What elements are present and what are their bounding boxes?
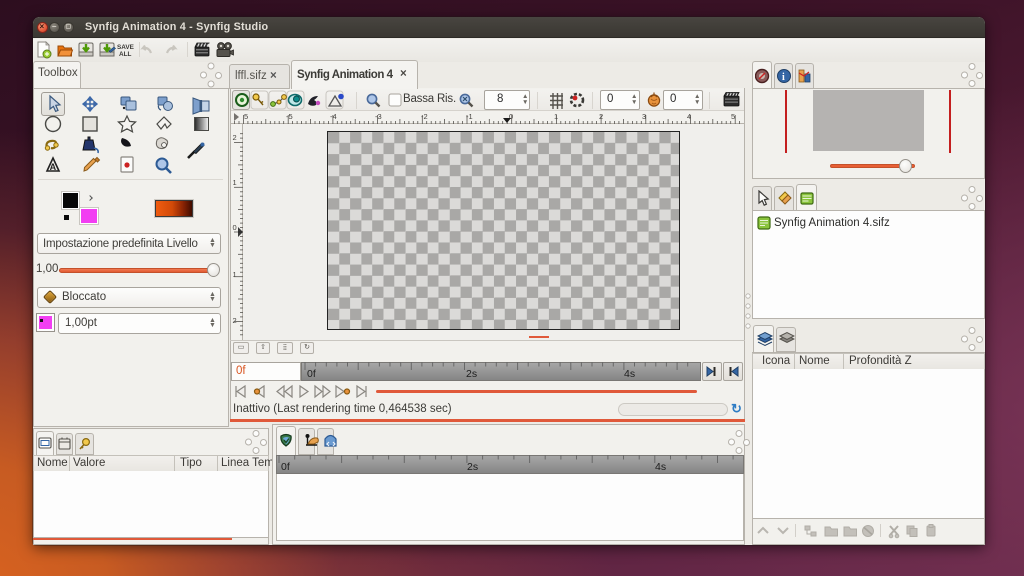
svg-text:3: 3	[642, 112, 646, 121]
svg-text:SAVE: SAVE	[117, 44, 135, 51]
svg-text:4: 4	[687, 112, 691, 121]
svg-text:1: 1	[554, 112, 558, 121]
svg-text:A: A	[50, 162, 57, 172]
svg-text:-5: -5	[286, 112, 293, 121]
svg-text:-2: -2	[421, 112, 428, 121]
svg-text:2: 2	[233, 133, 237, 142]
svg-text:-3: -3	[375, 112, 382, 121]
svg-text:0f: 0f	[307, 368, 316, 380]
svg-text:2: 2	[599, 112, 603, 121]
svg-text:5: 5	[244, 112, 248, 121]
svg-text:-4: -4	[330, 112, 337, 121]
svg-text:2: 2	[233, 316, 237, 325]
svg-text:1: 1	[233, 270, 237, 279]
svg-text:2s: 2s	[466, 368, 477, 380]
svg-text:4s: 4s	[624, 368, 635, 380]
svg-text:2s: 2s	[467, 461, 478, 473]
svg-text:4s: 4s	[655, 461, 666, 473]
svg-text:0f: 0f	[281, 461, 290, 473]
svg-text:0: 0	[233, 223, 237, 232]
svg-text:ALL: ALL	[119, 51, 132, 58]
svg-text:1: 1	[233, 178, 237, 187]
svg-text:5: 5	[731, 112, 735, 121]
svg-text:i: i	[782, 72, 785, 83]
svg-text:-1: -1	[466, 112, 473, 121]
